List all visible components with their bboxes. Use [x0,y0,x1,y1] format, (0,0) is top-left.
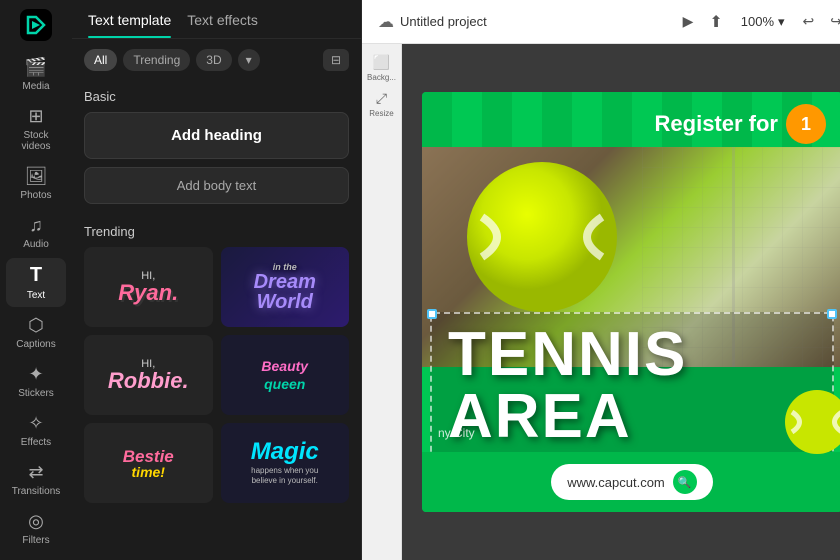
sidebar-item-filters-label: Filters [22,535,49,546]
sidebar-item-media-label: Media [22,81,49,92]
canvas-search-btn[interactable]: 🔍 [673,470,697,494]
app-logo[interactable] [18,8,54,41]
background-tool-label: Backg... [367,73,396,82]
stickers-icon: ✦ [28,364,43,385]
trending-section-title: Trending [84,224,349,239]
sidebar-item-text[interactable]: T Text [6,258,66,307]
sidebar-item-audio[interactable]: ♫ Audio [6,209,66,256]
trending-item-hi-robbie[interactable]: HI, Robbie. [84,335,213,415]
resize-icon: ⤢ [376,90,387,107]
filters-icon: ◎ [28,511,44,532]
audio-icon: ♫ [29,215,43,236]
sidebar-item-audio-label: Audio [23,239,49,250]
cloud-icon: ☁ [378,12,394,32]
sidebar-item-stock-videos[interactable]: ⊞ Stock videos [6,100,66,158]
sidebar-item-photos[interactable]: 🖼 Photos [6,160,66,207]
editor-area: ☁ Untitled project ▶ ⬆ 100% ▾ ↩ ↪ ⬜ Back… [362,0,840,560]
side-toolbar: ⬜ Backg... ⤢ Resize [362,44,402,560]
trending-item-bestie-time[interactable]: Bestie time! [84,423,213,503]
photos-icon: 🖼 [25,166,48,187]
stock-videos-icon: ⊞ [28,106,43,127]
canvas-bottom-strip: www.capcut.com 🔍 [422,452,840,512]
filter-row: All Trending 3D ▾ ⊟ [72,39,361,81]
undo-button[interactable]: ↩ [799,9,819,34]
panel-content: Basic Add heading Add body text Trending… [72,81,361,560]
canvas-city-text: ny City [438,426,475,440]
handle-top-left[interactable] [427,309,437,319]
trending-item-beauty-queen[interactable]: Beauty queen [221,335,350,415]
zoom-chevron-icon: ▾ [778,14,785,30]
trending-item-dream-world[interactable]: in the DreamWorld [221,247,350,327]
trending-grid: HI, Ryan. in the DreamWorld HI, Robbie. [84,247,349,503]
effects-icon: ✧ [28,413,43,434]
editor-header: ☁ Untitled project ▶ ⬆ 100% ▾ ↩ ↪ [362,0,840,44]
resize-tool-btn[interactable]: ⤢ Resize [366,88,398,120]
filter-3d-btn[interactable]: 3D [196,49,231,71]
handle-top-right[interactable] [827,309,837,319]
sidebar: 🎬 Media ⊞ Stock videos 🖼 Photos ♫ Audio … [0,0,72,560]
canvas-ball-bottom-right [782,387,840,457]
zoom-level: 100% [741,14,774,29]
canvas-url-bar: www.capcut.com 🔍 [551,464,713,500]
filter-options-btn[interactable]: ⊟ [323,49,349,71]
sidebar-item-filters[interactable]: ◎ Filters [6,505,66,552]
text-icon: T [30,264,42,287]
tab-text-effects[interactable]: Text effects [187,12,258,38]
basic-section-title: Basic [84,89,349,104]
sidebar-item-text-label: Text [27,290,45,301]
text-panel: Text template Text effects All Trending … [72,0,362,560]
sidebar-item-media[interactable]: 🎬 Media [6,51,66,98]
canvas-wrapper: Register for 1 [402,44,840,560]
tab-text-template[interactable]: Text template [88,12,171,38]
register-text: Register for [655,111,778,137]
sidebar-item-effects-label: Effects [21,437,51,448]
background-tool-btn[interactable]: ⬜ Backg... [366,52,398,84]
trending-item-hi-ryan[interactable]: HI, Ryan. [84,247,213,327]
add-heading-button[interactable]: Add heading [84,112,349,159]
canvas-area: ⬜ Backg... ⤢ Resize Register for 1 [362,44,840,560]
sidebar-item-captions-label: Captions [16,339,55,350]
canvas-text-selection[interactable]: TENNIS AREA [430,312,834,460]
media-icon: 🎬 [25,57,47,78]
resize-tool-label: Resize [369,109,393,118]
filter-more-dropdown[interactable]: ▾ [238,49,260,71]
canvas-main-text-line1: TENNIS [448,324,816,386]
filter-all-btn[interactable]: All [84,49,117,71]
sidebar-item-transitions-label: Transitions [12,486,61,497]
panel-tab-bar: Text template Text effects [72,0,361,39]
sidebar-item-photos-label: Photos [20,190,51,201]
filter-trending-btn[interactable]: Trending [123,49,190,71]
sidebar-item-stickers-label: Stickers [18,388,54,399]
background-icon: ⬜ [373,54,390,71]
project-title-area: ☁ Untitled project [378,12,667,32]
sidebar-item-transitions[interactable]: ⇄ Transitions [6,456,66,503]
play-button[interactable]: ▶ [679,9,698,34]
canvas-main-text-line2: AREA [448,386,816,448]
header-actions: ▶ ⬆ 100% ▾ ↩ ↪ [679,8,840,36]
sidebar-item-effects[interactable]: ✧ Effects [6,407,66,454]
redo-button[interactable]: ↪ [826,9,840,34]
sidebar-item-stickers[interactable]: ✦ Stickers [6,358,66,405]
add-body-button[interactable]: Add body text [84,167,349,204]
captions-icon: ⬡ [28,315,44,336]
tennis-ball-svg [462,157,622,317]
sidebar-item-captions[interactable]: ⬡ Captions [6,309,66,356]
transitions-icon: ⇄ [28,462,43,483]
project-title: Untitled project [400,14,487,29]
canvas-header: Register for 1 [655,104,826,144]
design-canvas[interactable]: Register for 1 [422,92,840,512]
sidebar-item-stock-label: Stock videos [10,130,62,152]
trending-item-magic[interactable]: Magic happens when youbelievе in yoursel… [221,423,350,503]
url-text: www.capcut.com [567,475,665,490]
export-button[interactable]: ⬆ [705,8,726,36]
zoom-selector[interactable]: 100% ▾ [735,11,791,33]
number-circle: 1 [786,104,826,144]
